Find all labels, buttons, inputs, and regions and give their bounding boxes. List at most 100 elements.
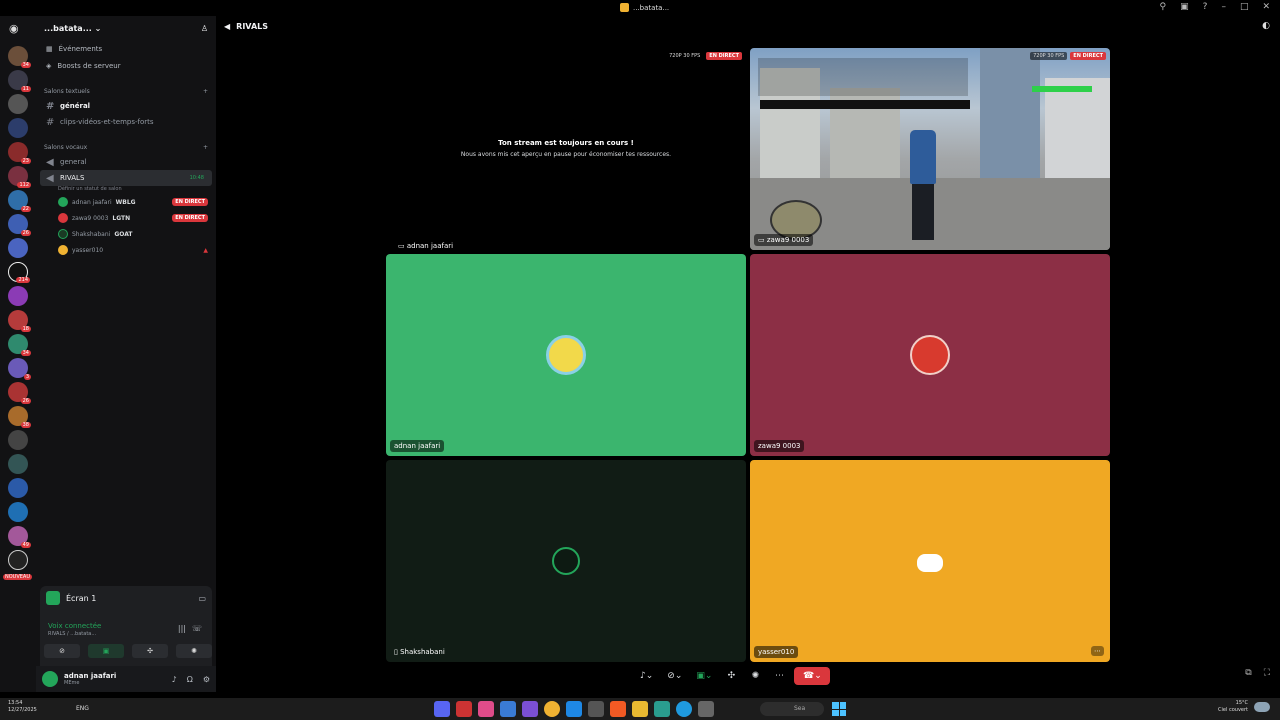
maximize-button[interactable]: □ <box>1240 2 1249 12</box>
channel-rivals-voice[interactable]: ◀ RIVALS 10:48 <box>40 170 212 186</box>
events-link[interactable]: ▦ Événements <box>36 40 216 57</box>
call-area: ◀ RIVALS ◐ 720P 30 FPS EN DIRECT Ton strea… <box>216 16 1280 692</box>
server-icon[interactable]: 38 <box>8 406 31 428</box>
invite-icon[interactable]: ♙ <box>201 24 208 33</box>
server-icon[interactable]: 22 <box>8 190 31 212</box>
fullscreen-icon[interactable]: ⛶ <box>1264 668 1270 678</box>
brave-icon[interactable] <box>610 701 626 717</box>
activities-button[interactable]: ✣ <box>132 644 168 658</box>
avatar[interactable] <box>42 671 58 687</box>
chat-icon[interactable]: ◐ <box>1262 21 1270 31</box>
file-explorer-icon[interactable] <box>632 701 648 717</box>
server-icon[interactable]: 18 <box>8 310 31 332</box>
server-icon[interactable] <box>8 454 28 474</box>
add-channel-icon[interactable]: + <box>203 88 208 95</box>
server-icon[interactable]: 34 <box>8 46 31 68</box>
soundboard-icon[interactable]: ✺ <box>746 667 764 685</box>
voice-user[interactable]: Shakshabani GOAT <box>36 226 216 242</box>
mail-icon[interactable] <box>566 701 582 717</box>
participant-tile[interactable]: yasser010 ⋯ <box>750 460 1110 662</box>
voice-user[interactable]: yasser010 ▲ <box>36 242 216 258</box>
close-button[interactable]: ✕ <box>1262 2 1270 12</box>
video-off-button[interactable]: ⊘ <box>44 644 80 658</box>
activities-icon[interactable]: ✣ <box>722 667 740 685</box>
server-icon[interactable]: 49 <box>8 526 31 548</box>
voice-user[interactable]: zawa9 0003 LGTN EN DIRECT <box>36 210 216 226</box>
server-icon[interactable] <box>8 502 28 522</box>
building <box>980 48 1040 178</box>
popout-icon[interactable]: ▭ <box>198 594 206 603</box>
language-indicator[interactable]: ENG <box>76 705 89 712</box>
popout-icon[interactable]: ⧉ <box>1245 668 1251 678</box>
server-icon[interactable]: 214 <box>8 262 30 283</box>
more-options-icon[interactable]: ⋯ <box>1091 646 1104 656</box>
app-icon[interactable] <box>698 701 714 717</box>
discord-home-icon[interactable]: ◉ <box>9 22 27 36</box>
channel-general-text[interactable]: # général <box>36 98 216 114</box>
server-icon[interactable] <box>8 286 28 306</box>
pin-icon[interactable]: ⚲ <box>1160 2 1167 12</box>
name-tag: ▯ Shakshabani <box>394 648 445 656</box>
server-icon[interactable]: 26 <box>8 214 31 236</box>
server-icon[interactable] <box>8 430 28 450</box>
screen-share-icon[interactable]: ▣⌄ <box>692 667 716 685</box>
participant-tile[interactable]: zawa9 0003 <box>750 254 1110 456</box>
windows-start-icon[interactable] <box>832 702 846 716</box>
server-icon[interactable]: 11 <box>8 70 31 92</box>
server-icon[interactable] <box>8 550 28 570</box>
mic-icon[interactable]: ♪⌄ <box>636 667 657 685</box>
camera-off-icon[interactable]: ⊘⌄ <box>663 667 686 685</box>
app-icon[interactable] <box>456 701 472 717</box>
paused-stream-tile[interactable]: 720P 30 FPS EN DIRECT Ton stream est touj… <box>386 48 746 258</box>
minimize-button[interactable]: – <box>1221 2 1226 12</box>
discord-app-icon[interactable] <box>434 701 450 717</box>
screen-icon <box>46 591 60 605</box>
soundboard-button[interactable]: ✺ <box>176 644 212 658</box>
voice-user[interactable]: adnan jaafari WBLG EN DIRECT <box>36 194 216 210</box>
headphones-icon[interactable]: Ω <box>187 675 193 684</box>
game-stream-tile[interactable]: 720P 30 FPS EN DIRECT ▭ zawa9 0003 <box>750 48 1110 250</box>
gear-icon[interactable]: ⚙ <box>203 675 210 684</box>
participant-tile[interactable]: ▯ Shakshabani <box>386 460 746 662</box>
noise-icon[interactable]: ||| <box>178 624 186 633</box>
server-icon[interactable]: 26 <box>8 382 31 404</box>
app-icon[interactable] <box>654 701 670 717</box>
app-icon[interactable] <box>522 701 538 717</box>
server-icon[interactable]: 112 <box>8 166 31 188</box>
server-icon[interactable]: 23 <box>8 142 31 164</box>
server-icon[interactable]: 3 <box>8 358 31 380</box>
weather-widget[interactable]: 15°C Ciel couvert <box>1218 700 1270 714</box>
share-screen-button[interactable]: ▣ <box>88 644 124 658</box>
mic-icon[interactable]: ♪ <box>172 675 177 684</box>
app-icon[interactable] <box>478 701 494 717</box>
disconnect-icon[interactable]: ☏ <box>192 624 202 633</box>
help-icon[interactable]: ? <box>1203 2 1208 12</box>
participant-tile[interactable]: adnan jaafari <box>386 254 746 456</box>
edge-icon[interactable] <box>676 701 692 717</box>
server-header[interactable]: ...batata... ⌄ ♙ <box>36 16 216 40</box>
voice-category[interactable]: Salons vocaux + <box>36 140 216 154</box>
channel-sidebar: ...batata... ⌄ ♙ ▦ Événements ◈ Boosts de … <box>36 16 216 692</box>
server-icon[interactable] <box>8 94 28 114</box>
server-icon[interactable] <box>8 118 28 138</box>
player-legs <box>912 184 934 240</box>
channel-status[interactable]: Définir un statut de salon <box>36 186 216 194</box>
channel-general-voice[interactable]: ◀ general <box>36 154 216 170</box>
app-icon[interactable] <box>588 701 604 717</box>
server-icon[interactable] <box>8 238 28 258</box>
add-channel-icon[interactable]: + <box>203 144 208 151</box>
app-icon[interactable] <box>500 701 516 717</box>
server-icon[interactable]: 34 <box>8 334 31 356</box>
boosts-link[interactable]: ◈ Boosts de serveur <box>36 57 216 74</box>
hang-up-button[interactable]: ☎⌄ <box>794 667 831 685</box>
server-name: ...batata... ⌄ <box>44 23 102 33</box>
text-category[interactable]: Salons textuels + <box>36 84 216 98</box>
channel-clips[interactable]: # clips-vidéos-et-temps-forts <box>36 114 216 130</box>
search-box[interactable]: Sea <box>760 702 824 716</box>
server-icon[interactable] <box>8 478 28 498</box>
screen-share-row[interactable]: Écran 1 ▭ <box>40 586 212 610</box>
clock[interactable]: 13:54 12/27/2025 <box>8 700 37 714</box>
chrome-icon[interactable] <box>544 701 560 717</box>
inbox-icon[interactable]: ▣ <box>1180 2 1189 12</box>
more-icon[interactable]: ⋯ <box>770 667 788 685</box>
